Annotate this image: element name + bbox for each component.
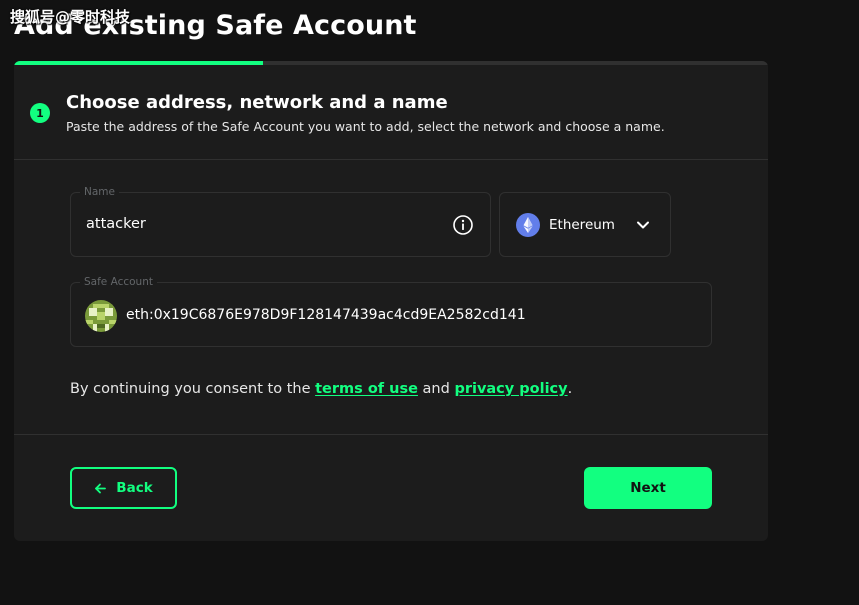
- next-button[interactable]: Next: [584, 467, 712, 509]
- step-title: Choose address, network and a name: [66, 92, 448, 113]
- network-select[interactable]: Ethereum: [499, 192, 671, 257]
- chevron-down-icon: [637, 221, 649, 229]
- step-header: 1 Choose address, network and a name Pas…: [14, 65, 768, 160]
- step-subtitle: Paste the address of the Safe Account yo…: [66, 119, 665, 134]
- consent-middle: and: [417, 381, 455, 397]
- step-number-badge: 1: [30, 103, 50, 123]
- ethereum-logo-icon: [516, 213, 540, 237]
- back-button-label: Back: [116, 480, 153, 496]
- identicon-avatar: [85, 300, 117, 332]
- header-divider: [14, 159, 768, 160]
- consent-suffix: .: [567, 381, 573, 397]
- add-safe-page: 搜狐号@零时科技 Add existing Safe Account 1 Cho…: [0, 0, 859, 605]
- name-field-label: Name: [80, 186, 119, 198]
- consent-text: By continuing you consent to the terms o…: [70, 381, 572, 397]
- name-input-value[interactable]: attacker: [86, 216, 146, 232]
- network-label: Ethereum: [549, 217, 615, 233]
- back-button[interactable]: Back: [70, 467, 177, 509]
- next-button-label: Next: [630, 480, 666, 496]
- add-safe-card: 1 Choose address, network and a name Pas…: [14, 61, 768, 541]
- watermark: 搜狐号@零时科技: [10, 8, 131, 26]
- name-field[interactable]: Name attacker: [70, 186, 491, 257]
- privacy-policy-link[interactable]: privacy policy: [454, 381, 567, 397]
- info-icon[interactable]: [452, 214, 474, 236]
- safe-account-address[interactable]: eth:0x19C6876E978D9F128147439ac4cd9EA258…: [126, 307, 526, 323]
- terms-of-use-link[interactable]: terms of use: [315, 381, 418, 397]
- footer-divider: [14, 434, 768, 435]
- safe-account-label: Safe Account: [80, 276, 157, 288]
- arrow-left-icon: [95, 483, 107, 493]
- consent-prefix: By continuing you consent to the: [70, 381, 316, 397]
- safe-account-field[interactable]: Safe Account eth:0x19C6876E978D9F1281474…: [70, 276, 712, 347]
